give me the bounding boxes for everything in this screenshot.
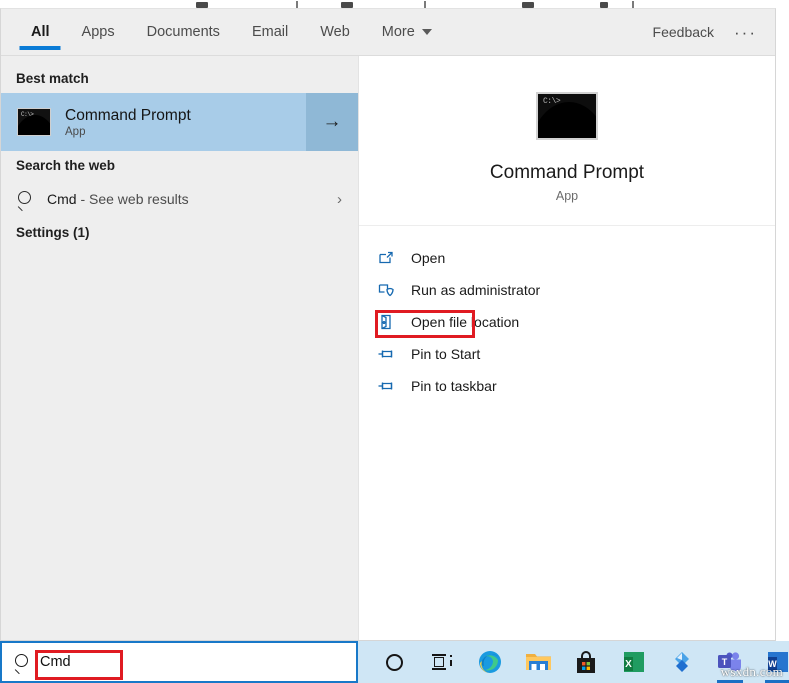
action-open-file-location[interactable]: Open file location	[359, 306, 775, 338]
tab-apps-label: Apps	[82, 24, 115, 40]
web-result-query: Cmd	[47, 191, 77, 207]
action-pin-to-start[interactable]: Pin to Start	[359, 338, 775, 370]
blue-diamond-app-icon[interactable]	[662, 641, 702, 683]
result-title: Command Prompt	[65, 106, 191, 125]
folder-location-icon	[377, 313, 395, 331]
action-run-as-administrator[interactable]: Run as administrator	[359, 274, 775, 306]
action-pin-to-start-label: Pin to Start	[411, 346, 480, 362]
chevron-down-icon	[422, 29, 432, 35]
action-run-as-administrator-label: Run as administrator	[411, 282, 540, 298]
tab-more-label: More	[382, 24, 415, 40]
taskbar: Cmd	[0, 641, 789, 683]
app-type-label: App	[556, 189, 578, 203]
header-actions: Feedback ···	[653, 9, 775, 55]
action-pin-to-taskbar-label: Pin to taskbar	[411, 378, 497, 394]
tab-web[interactable]: Web	[304, 9, 366, 55]
app-actions-list: Open Run as administrator	[359, 226, 775, 402]
page-title: Command Prompt	[490, 162, 644, 184]
search-the-web-heading: Search the web	[1, 151, 358, 180]
search-filter-header: All Apps Documents Email Web More	[1, 9, 775, 56]
expand-preview-button[interactable]: →	[306, 93, 358, 151]
best-match-heading: Best match	[1, 64, 358, 93]
open-window-icon	[377, 249, 395, 267]
command-prompt-icon-text: C:\>	[21, 111, 33, 118]
result-main[interactable]: C:\> Command Prompt App	[1, 93, 306, 151]
microsoft-store-icon[interactable]	[566, 641, 606, 683]
web-result-suffix: - See web results	[77, 191, 189, 207]
result-item-command-prompt[interactable]: C:\> Command Prompt App →	[1, 93, 358, 151]
tab-apps[interactable]: Apps	[66, 9, 131, 55]
cortana-icon[interactable]	[374, 641, 414, 683]
settings-heading: Settings (1)	[1, 218, 358, 247]
svg-text:T: T	[722, 657, 728, 667]
tab-web-label: Web	[320, 24, 350, 40]
tab-all[interactable]: All	[15, 9, 66, 55]
task-view-icon[interactable]	[422, 641, 462, 683]
screen: All Apps Documents Email Web More	[0, 0, 789, 683]
search-input[interactable]: Cmd	[40, 654, 71, 670]
tab-more[interactable]: More	[366, 9, 448, 55]
start-search-panel: All Apps Documents Email Web More	[0, 8, 776, 641]
tab-documents[interactable]: Documents	[131, 9, 236, 55]
tab-documents-label: Documents	[147, 24, 220, 40]
filter-tabs: All Apps Documents Email Web More	[1, 9, 448, 55]
result-subtitle: App	[65, 126, 191, 138]
excel-icon[interactable]: X	[614, 641, 654, 683]
microsoft-edge-icon[interactable]	[470, 641, 510, 683]
result-texts: Command Prompt App	[65, 106, 191, 138]
svg-text:W: W	[768, 659, 777, 669]
cut-off-top-strip	[0, 0, 789, 8]
app-preview-pane: C:\> Command Prompt App	[359, 56, 775, 640]
app-preview-header: C:\> Command Prompt App	[359, 56, 775, 226]
action-open[interactable]: Open	[359, 242, 775, 274]
tab-email-label: Email	[252, 24, 288, 40]
pin-icon	[377, 345, 395, 363]
tab-all-label: All	[31, 24, 50, 40]
word-icon[interactable]: W	[758, 641, 789, 683]
taskbar-search-box[interactable]: Cmd	[0, 641, 358, 683]
results-column: Best match C:\> Command Prompt App → Sea…	[1, 56, 359, 640]
action-pin-to-taskbar[interactable]: Pin to taskbar	[359, 370, 775, 402]
overflow-menu-icon[interactable]: ···	[734, 24, 757, 41]
taskbar-icons: X T	[358, 641, 789, 683]
file-explorer-icon[interactable]	[518, 641, 558, 683]
search-icon	[14, 654, 30, 670]
command-prompt-icon: C:\>	[17, 108, 51, 136]
chevron-right-icon: ›	[337, 191, 346, 208]
svg-text:X: X	[625, 659, 632, 670]
command-prompt-large-icon: C:\>	[536, 92, 598, 140]
feedback-button[interactable]: Feedback	[653, 24, 714, 40]
microsoft-teams-icon[interactable]: T	[710, 641, 750, 683]
tab-email[interactable]: Email	[236, 9, 304, 55]
shield-run-icon	[377, 281, 395, 299]
panel-body: Best match C:\> Command Prompt App → Sea…	[1, 56, 775, 640]
result-item-web-search[interactable]: Cmd - See web results ›	[1, 180, 358, 218]
web-result-label: Cmd - See web results	[47, 191, 323, 207]
action-open-label: Open	[411, 250, 445, 266]
pin-icon	[377, 377, 395, 395]
command-prompt-large-icon-text: C:\>	[543, 97, 560, 106]
search-icon	[17, 191, 33, 207]
action-open-file-location-label: Open file location	[411, 314, 519, 330]
